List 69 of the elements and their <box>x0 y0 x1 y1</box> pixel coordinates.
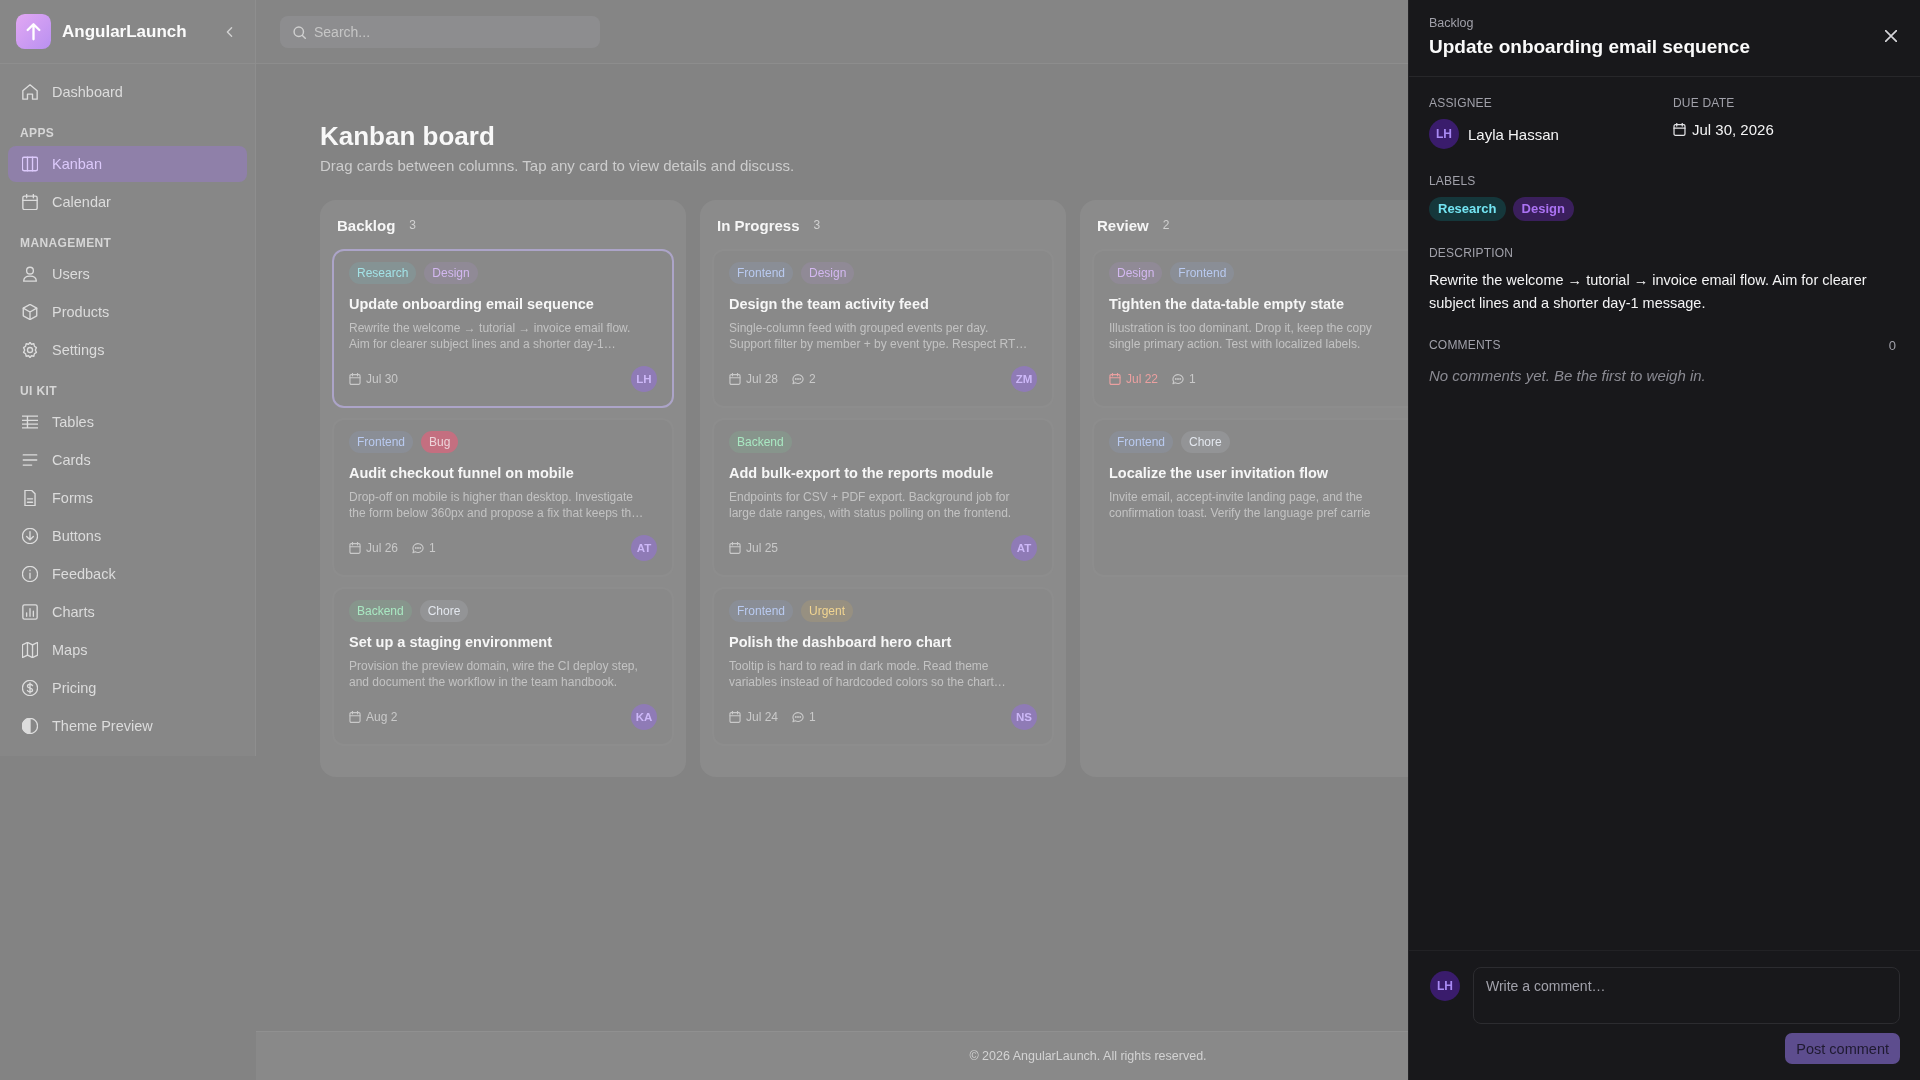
due-date: Jul 28 <box>746 372 779 386</box>
column-name: Backlog <box>1429 15 1475 31</box>
due-date: Jul 24 <box>746 710 779 724</box>
label-tag: Design <box>1109 262 1163 284</box>
avatar: AT <box>1011 535 1037 561</box>
column-title: In Progress <box>717 216 800 234</box>
nav-section-label: APPS <box>19 125 56 142</box>
card-title: Tighten the data-table empty state <box>1109 295 1345 314</box>
card-title: Update onboarding email sequence <box>349 295 595 314</box>
label-tag: Design <box>1512 197 1574 221</box>
column-count: 3 <box>409 218 417 232</box>
label-tag: Bug <box>421 431 459 453</box>
comment-count: 0 <box>1888 337 1896 353</box>
brand-name: AngularLaunch <box>62 21 188 42</box>
card-description: Single-column feed with grouped events per day. Support filter by member + by event type. Respect RT… <box>729 320 1029 352</box>
task-title: Update onboarding email sequence <box>1429 35 1751 59</box>
copyright-text: © 2026 AngularLaunch. All rights reserved. <box>969 1049 1207 1063</box>
label-tag: Frontend <box>1170 262 1235 284</box>
card-description: Rewrite the welcome → tutorial → invoice email flow. Aim for clearer subject lines and a shorter day-1… <box>349 320 632 352</box>
label-tag: Frontend <box>349 431 414 453</box>
label-tag: Frontend <box>1109 431 1174 453</box>
comment-count: 1 <box>809 710 816 724</box>
column-count: 2 <box>1162 218 1170 232</box>
label-tag: Frontend <box>729 262 794 284</box>
field-label: DUE DATE <box>1673 95 1736 111</box>
label-tag: Chore <box>419 600 469 622</box>
avatar: NS <box>1011 704 1037 730</box>
card-description: Provision the preview domain, wire the CI deploy step, and document the workflow in the team handbook. <box>349 658 639 690</box>
column-title: Review <box>1097 216 1149 234</box>
column-title: Backlog <box>337 216 396 234</box>
avatar: LH <box>631 366 657 392</box>
card-title: Localize the user invitation flow <box>1109 464 1330 483</box>
comment-count: 1 <box>1189 372 1196 386</box>
label-tag: Design <box>424 262 478 284</box>
label-tag: Design <box>801 262 855 284</box>
nav-section-label: UI KIT <box>19 383 59 400</box>
label-tag: Backend <box>729 431 792 453</box>
comment-count: 2 <box>809 372 816 386</box>
field-label: LABELS <box>1429 173 1477 189</box>
due-date: Jul 25 <box>746 541 779 555</box>
card-title: Audit checkout funnel on mobile <box>349 464 575 483</box>
page-subtitle: Drag cards between columns. Tap any card to view details and discuss. <box>320 156 795 176</box>
due-date: Jul 30, 2026 <box>1692 120 1774 138</box>
avatar: AT <box>631 535 657 561</box>
page-title: Kanban board <box>320 120 495 152</box>
avatar: LH <box>1430 971 1460 1001</box>
avatar: KA <box>631 704 657 730</box>
avatar: ZM <box>1011 366 1037 392</box>
avatar: LH <box>1429 119 1459 149</box>
label-tag: Chore <box>1181 431 1230 453</box>
field-label: ASSIGNEE <box>1429 95 1493 111</box>
due-date: Aug 2 <box>366 710 398 724</box>
card-title: Add bulk-export to the reports module <box>729 464 995 483</box>
label-tag: Research <box>1429 197 1506 221</box>
column-count: 3 <box>813 218 821 232</box>
card-title: Polish the dashboard hero chart <box>729 633 953 652</box>
nav-section-label: MANAGEMENT <box>19 235 113 252</box>
label-tag: Frontend <box>729 600 794 622</box>
card-title: Design the team activity feed <box>729 295 930 314</box>
comment-count: 1 <box>429 541 436 555</box>
card-title: Set up a staging environment <box>349 633 554 652</box>
label-tag: Research <box>349 262 417 284</box>
assignee-name: Layla Hassan <box>1468 125 1559 143</box>
label-tag: Backend <box>349 600 412 622</box>
card-description: Invite email, accept-invite landing page, and the confirmation toast. Verify the language pref carrie <box>1109 489 1372 521</box>
due-date: Jul 26 <box>366 541 399 555</box>
due-date: Jul 22 <box>1126 372 1159 386</box>
label-tag: Urgent <box>801 600 854 622</box>
due-date: Jul 30 <box>366 372 399 386</box>
